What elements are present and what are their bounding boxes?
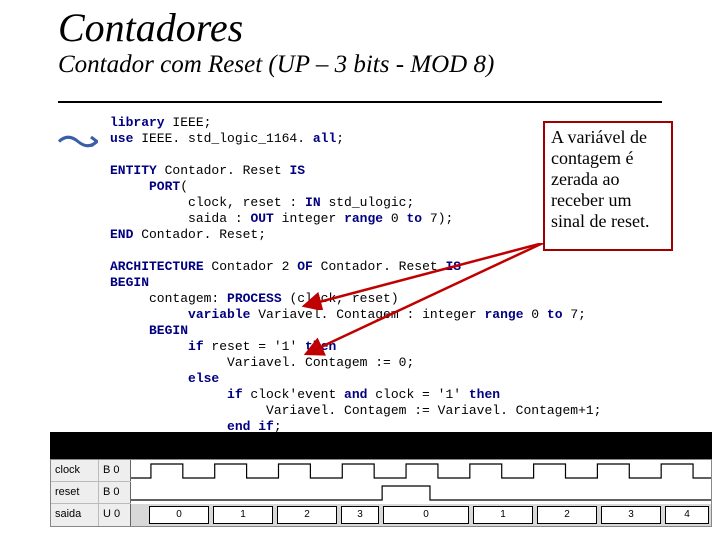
saida-value: 3 <box>341 506 379 524</box>
saida-value: 2 <box>537 506 597 524</box>
wave-label: saida <box>51 504 99 526</box>
wave-saida: 0 1 2 3 0 1 2 3 4 <box>131 504 711 526</box>
black-bar <box>50 432 712 459</box>
wave-label: clock <box>51 460 99 481</box>
slide-subtitle: Contador com Reset (UP – 3 bits - MOD 8) <box>0 51 720 79</box>
saida-value: 3 <box>601 506 661 524</box>
wave-state: B 0 <box>99 460 131 481</box>
saida-value: 1 <box>213 506 273 524</box>
saida-value: 4 <box>665 506 709 524</box>
wave-row-reset: reset B 0 <box>51 482 711 504</box>
wave-row-saida: saida U 0 0 1 2 3 0 1 2 3 4 <box>51 504 711 526</box>
wave-label: reset <box>51 482 99 503</box>
callout-box: A variável de contagem é zerada ao receb… <box>543 121 673 251</box>
wave-clock <box>131 460 711 482</box>
vhdl-code: library IEEE; use IEEE. std_logic_1164. … <box>110 115 610 445</box>
slide: Contadores Contador com Reset (UP – 3 bi… <box>0 0 720 540</box>
wave-state: U 0 <box>99 504 131 526</box>
waveform-panel: clock B 0 reset B 0 saida U 0 0 1 2 3 0 … <box>50 459 712 527</box>
wave-reset <box>131 482 711 504</box>
saida-value: 1 <box>473 506 533 524</box>
wave-row-clock: clock B 0 <box>51 460 711 482</box>
slide-title: Contadores <box>0 0 720 51</box>
saida-value: 0 <box>383 506 469 524</box>
bullet-icon <box>58 130 98 153</box>
saida-value: 0 <box>149 506 209 524</box>
saida-value: 2 <box>277 506 337 524</box>
title-underline <box>58 101 662 103</box>
wave-state: B 0 <box>99 482 131 503</box>
